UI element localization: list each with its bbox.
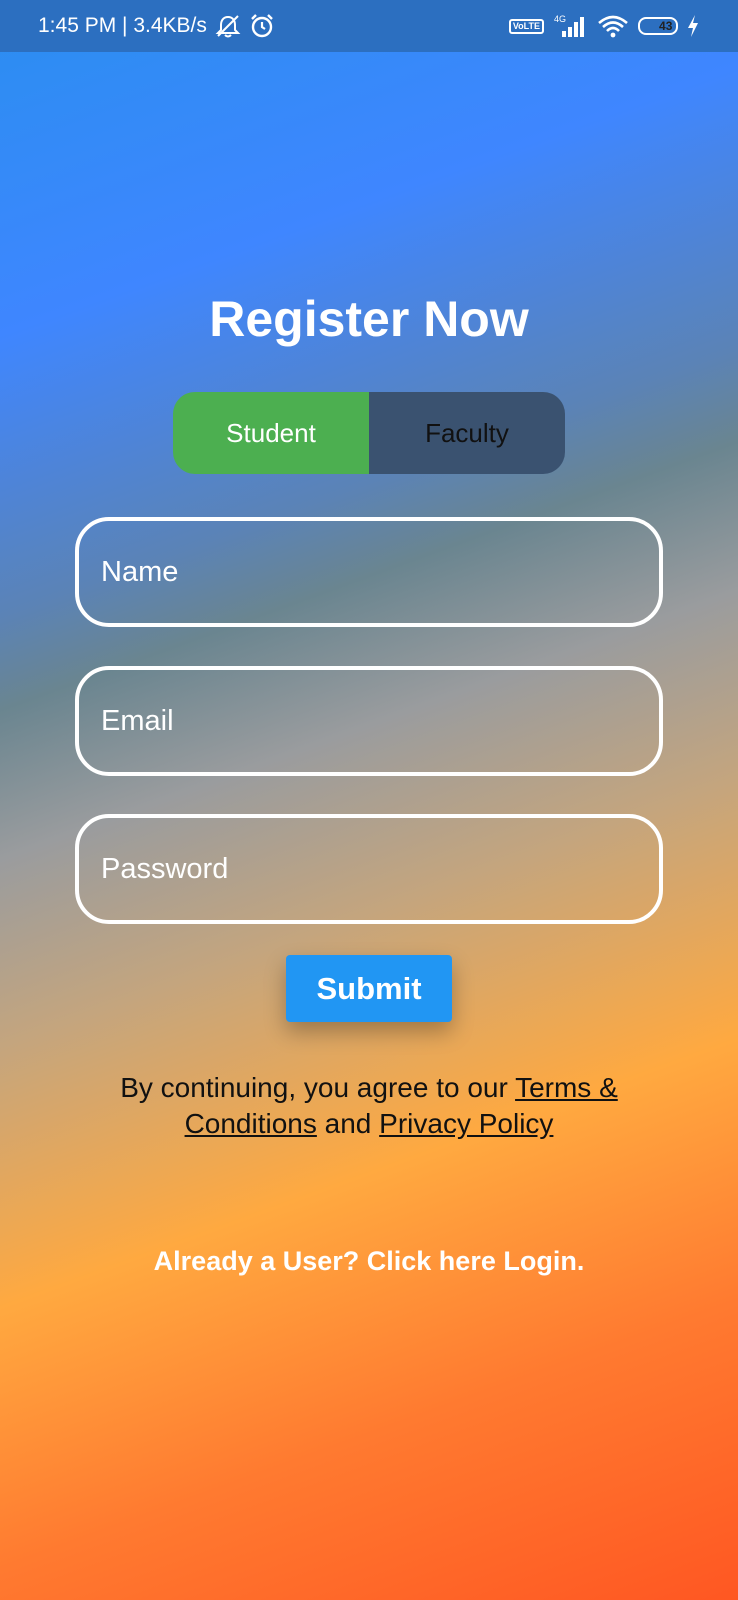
login-link[interactable]: Already a User? Click here Login.: [0, 1246, 738, 1277]
network-label: 4G: [554, 14, 566, 24]
terms-notice: By continuing, you agree to our Terms & …: [60, 1070, 678, 1142]
name-input[interactable]: [75, 517, 663, 627]
terms-prefix: By continuing, you agree to our: [120, 1072, 516, 1103]
status-bar: 1:45 PM | 3.4KB/s Vo LTE 4G 43: [0, 0, 738, 52]
status-time-speed: 1:45 PM | 3.4KB/s: [38, 14, 207, 37]
signal-4g-icon: 4G: [552, 13, 588, 39]
password-input[interactable]: [75, 814, 663, 924]
battery-level: 43: [659, 19, 673, 33]
charging-icon: [686, 14, 700, 38]
wifi-icon: [596, 13, 630, 39]
mute-icon: [215, 14, 241, 38]
terms-conjunction: and: [316, 1108, 380, 1139]
role-faculty-option[interactable]: Faculty: [369, 392, 565, 474]
email-input[interactable]: [75, 666, 663, 776]
role-toggle: Student Faculty: [173, 392, 565, 474]
status-right: Vo LTE 4G 43: [508, 13, 700, 39]
battery-icon: 43: [638, 17, 678, 35]
volte-icon: Vo LTE: [508, 18, 544, 34]
role-student-option[interactable]: Student: [173, 392, 369, 474]
status-left: 1:45 PM | 3.4KB/s: [38, 13, 275, 39]
privacy-link[interactable]: Privacy Policy: [379, 1108, 553, 1139]
alarm-icon: [249, 13, 275, 39]
submit-button[interactable]: Submit: [286, 955, 452, 1022]
page-title: Register Now: [209, 291, 529, 347]
